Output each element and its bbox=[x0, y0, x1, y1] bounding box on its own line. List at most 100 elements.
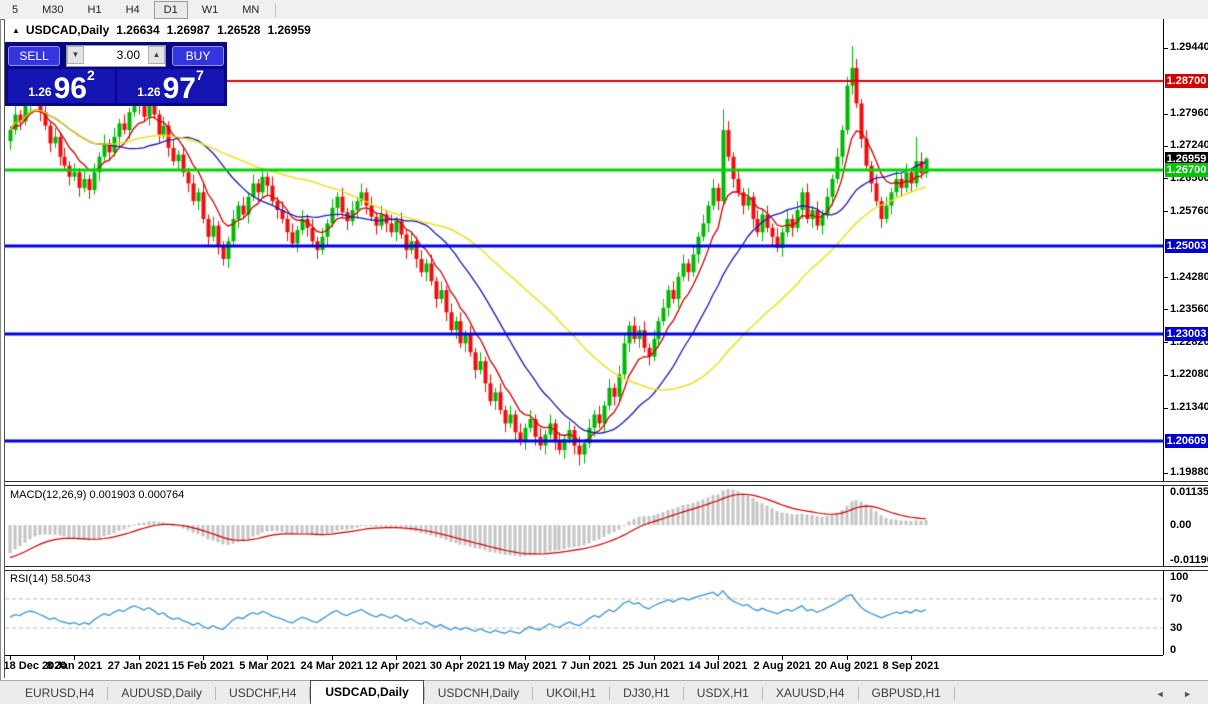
rsi-axis-label: 30 bbox=[1170, 622, 1183, 635]
price-tick-label: 1.27240 bbox=[1170, 139, 1208, 152]
price-tick-label: 1.29440 bbox=[1170, 41, 1208, 54]
date-tick-label: 19 May 2021 bbox=[492, 660, 557, 672]
chart-tab-gbpusd[interactable]: GBPUSD,H1 bbox=[859, 682, 954, 704]
price-tick-label: 1.24280 bbox=[1170, 270, 1208, 283]
date-tick-label: 27 Jan 2021 bbox=[107, 660, 170, 672]
macd-axis-label: 0.00 bbox=[1170, 519, 1192, 532]
sell-price-prefix: 1.26 bbox=[28, 85, 52, 99]
price-tick-mark bbox=[1164, 178, 1168, 180]
sell-button[interactable]: SELL bbox=[8, 46, 60, 66]
timeframe-button-5[interactable]: 5 bbox=[2, 1, 28, 19]
chart-tab-usdchf[interactable]: USDCHF,H4 bbox=[216, 682, 309, 704]
macd-axis-label: -0.01190 bbox=[1170, 554, 1208, 567]
timeframe-button-h1[interactable]: H1 bbox=[78, 1, 112, 19]
price-badge: 1.20609 bbox=[1165, 433, 1208, 448]
timeframe-button-w1[interactable]: W1 bbox=[192, 1, 229, 19]
ohlc-high: 1.26987 bbox=[166, 23, 211, 37]
ohlc-close: 1.26959 bbox=[267, 23, 311, 37]
macd-label: MACD(12,26,9) 0.001903 0.000764 bbox=[10, 489, 185, 501]
chart-tab-eurusd[interactable]: EURUSD,H4 bbox=[12, 682, 107, 704]
chart-title: ▲ USDCAD,Daily 1.26634 1.26987 1.26528 1.2695… bbox=[12, 23, 311, 37]
date-tick-label: 5 Mar 2021 bbox=[239, 660, 296, 672]
price-tick-label: 1.25760 bbox=[1170, 204, 1208, 217]
date-tick-label: 8 Sep 2021 bbox=[882, 660, 940, 672]
rsi-axis-label: 100 bbox=[1170, 571, 1189, 583]
timeframe-button-d1[interactable]: D1 bbox=[153, 0, 188, 19]
chart-symbol-label: USDCAD,Daily bbox=[25, 23, 110, 37]
timeframe-button-h4[interactable]: H4 bbox=[116, 1, 150, 19]
price-tick-mark bbox=[1164, 211, 1168, 213]
caret-up-icon: ▲ bbox=[152, 50, 161, 59]
timeframe-toolbar: 5 M30 H1 H4 D1 W1 MN bbox=[0, 0, 1208, 20]
rsi-axis-label: 0 bbox=[1170, 644, 1177, 656]
price-axis[interactable]: 1.29440 1.27960 1.27240 1.26500 1.25760 1.242… bbox=[1163, 19, 1208, 656]
expand-triangle-icon: ▲ bbox=[12, 26, 20, 35]
price-tick-label: 1.19880 bbox=[1170, 466, 1208, 479]
timeframe-button-mn[interactable]: MN bbox=[232, 1, 269, 19]
price-tick-mark bbox=[1164, 407, 1168, 409]
tab-separator bbox=[953, 687, 955, 700]
date-tick-label: 15 Feb 2021 bbox=[171, 660, 235, 672]
chart-tab-audusd[interactable]: AUDUSD,Daily bbox=[108, 682, 215, 704]
timeframe-button-m30[interactable]: M30 bbox=[32, 1, 73, 19]
price-tick-mark bbox=[1164, 47, 1168, 49]
chart-tab-ukoil[interactable]: UKOil,H1 bbox=[533, 682, 609, 704]
date-tick-label: 25 Jun 2021 bbox=[622, 660, 685, 672]
volume-increase-button[interactable]: ▲ bbox=[148, 46, 165, 64]
volume-decrease-button[interactable]: ▼ bbox=[67, 46, 84, 64]
ohlc-low: 1.26528 bbox=[217, 23, 261, 37]
trading-terminal: 5 M30 H1 H4 D1 W1 MN ▲ USDCAD,Daily 1.26634 1.269… bbox=[0, 0, 1208, 704]
price-tick-mark bbox=[1164, 309, 1168, 311]
chart-tab-dj30[interactable]: DJ30,H1 bbox=[610, 682, 683, 704]
panel-splitter[interactable] bbox=[5, 566, 1208, 571]
chart-tab-xauusd[interactable]: XAUUSD,H4 bbox=[763, 682, 858, 704]
rsi-label: RSI(14) 58.5043 bbox=[10, 573, 91, 585]
buy-button[interactable]: BUY bbox=[172, 46, 224, 66]
price-tick-label: 1.22080 bbox=[1170, 368, 1208, 381]
price-badge: 1.26700 bbox=[1165, 163, 1208, 178]
tab-scroll-arrows[interactable]: ◄ ► bbox=[1156, 689, 1200, 699]
chart-tab-bar: EURUSD,H4 AUDUSD,Daily USDCHF,H4 USDCAD,Dai… bbox=[0, 680, 1208, 704]
price-tick-mark bbox=[1164, 472, 1168, 474]
date-axis[interactable]: 18 Dec 2020 8 Jan 2021 27 Jan 2021 15 Feb 2… bbox=[4, 655, 1163, 679]
price-badge: 1.25003 bbox=[1165, 238, 1208, 253]
price-badge: 1.23003 bbox=[1165, 327, 1208, 342]
date-tick-label: 30 Apr 2021 bbox=[429, 660, 492, 672]
sell-price-panel[interactable]: 1.26 96 2 bbox=[8, 67, 115, 105]
buy-price-prefix: 1.26 bbox=[137, 85, 161, 99]
chart-canvas[interactable] bbox=[5, 19, 1163, 655]
date-tick-label: 8 Jan 2021 bbox=[46, 660, 103, 672]
price-tick-label: 1.21340 bbox=[1170, 401, 1208, 414]
price-badge: 1.28700 bbox=[1165, 74, 1208, 89]
macd-axis-label: 0.01135 bbox=[1170, 485, 1208, 498]
chart-tab-usdx[interactable]: USDX,H1 bbox=[684, 682, 762, 704]
chart-frame-edge bbox=[4, 20, 5, 678]
sell-price-big: 96 bbox=[53, 72, 87, 105]
date-tick-label: 7 Jun 2021 bbox=[561, 660, 618, 672]
price-tick-mark bbox=[1164, 342, 1168, 344]
date-tick-label: 14 Jul 2021 bbox=[688, 660, 748, 672]
buy-price-big: 97 bbox=[162, 72, 196, 105]
caret-down-icon: ▼ bbox=[71, 50, 80, 59]
price-tick-mark bbox=[1164, 145, 1168, 147]
chart-tab-usdcad[interactable]: USDCAD,Daily bbox=[310, 680, 424, 704]
one-click-trading-widget: SELL ▼ 3.00 ▲ BUY 1.26 96 2 1.26 97 7 bbox=[5, 42, 227, 106]
date-tick-label: 2 Aug 2021 bbox=[753, 660, 812, 672]
price-tick-label: 1.23560 bbox=[1170, 302, 1208, 315]
volume-value[interactable]: 3.00 bbox=[84, 46, 148, 66]
window-frame-edge bbox=[0, 19, 1, 680]
rsi-axis-label: 70 bbox=[1170, 592, 1183, 605]
panel-splitter[interactable] bbox=[5, 481, 1208, 486]
price-tick-mark bbox=[1164, 113, 1168, 115]
price-tick-label: 1.27960 bbox=[1170, 107, 1208, 120]
price-tick-mark bbox=[1164, 277, 1168, 279]
buy-price-panel[interactable]: 1.26 97 7 bbox=[117, 67, 224, 105]
date-tick-label: 12 Apr 2021 bbox=[365, 660, 427, 672]
date-tick-label: 24 Mar 2021 bbox=[300, 660, 363, 672]
chart-tab-usdcnh[interactable]: USDCNH,Daily bbox=[425, 682, 532, 704]
volume-spinner: ▼ 3.00 ▲ bbox=[66, 45, 166, 67]
price-tick-mark bbox=[1164, 374, 1168, 376]
toolbar-separator bbox=[275, 2, 277, 17]
sell-price-sup: 2 bbox=[86, 67, 95, 83]
ohlc-open: 1.26634 bbox=[116, 23, 160, 37]
